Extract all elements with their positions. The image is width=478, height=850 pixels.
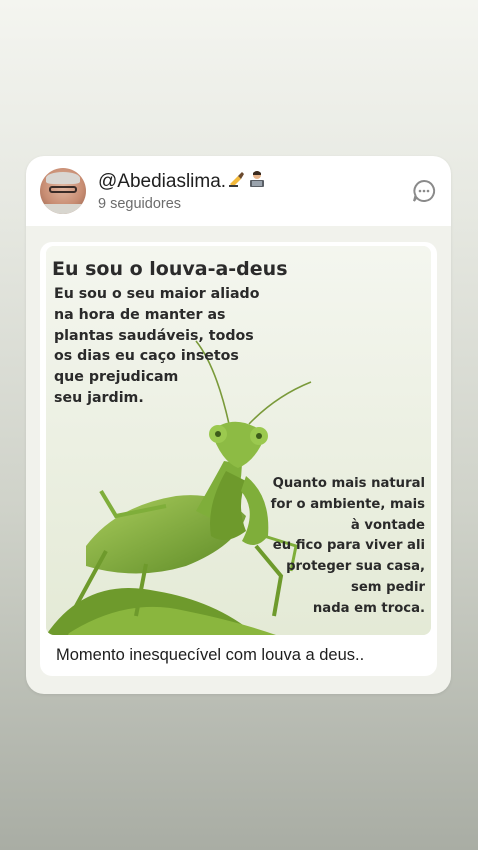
post-header: @Abediaslima. 9 seguidores [26,156,451,226]
poster-left-text: Eu sou o seu maior aliado na hora de man… [54,286,260,406]
post-content: Eu sou o louva-a-deus Eu sou o seu maior… [40,242,437,676]
post-card: @Abediaslima. 9 seguidores Eu sou o louv… [26,156,451,694]
technologist-icon [248,170,266,194]
poster-image[interactable]: Eu sou o louva-a-deus Eu sou o seu maior… [46,246,431,635]
avatar[interactable] [40,168,86,214]
username[interactable]: @Abediaslima. [98,170,266,194]
comment-bubble-icon[interactable] [411,178,437,204]
poster-title: Eu sou o louva-a-deus [52,258,288,280]
followers-count: 9 seguidores [98,196,182,212]
poster-right-text: Quanto mais natural for o ambiente, mais… [270,476,425,616]
post-caption: Momento inesquecível com louva a deus.. [56,646,365,664]
writing-hand-icon [228,170,246,194]
